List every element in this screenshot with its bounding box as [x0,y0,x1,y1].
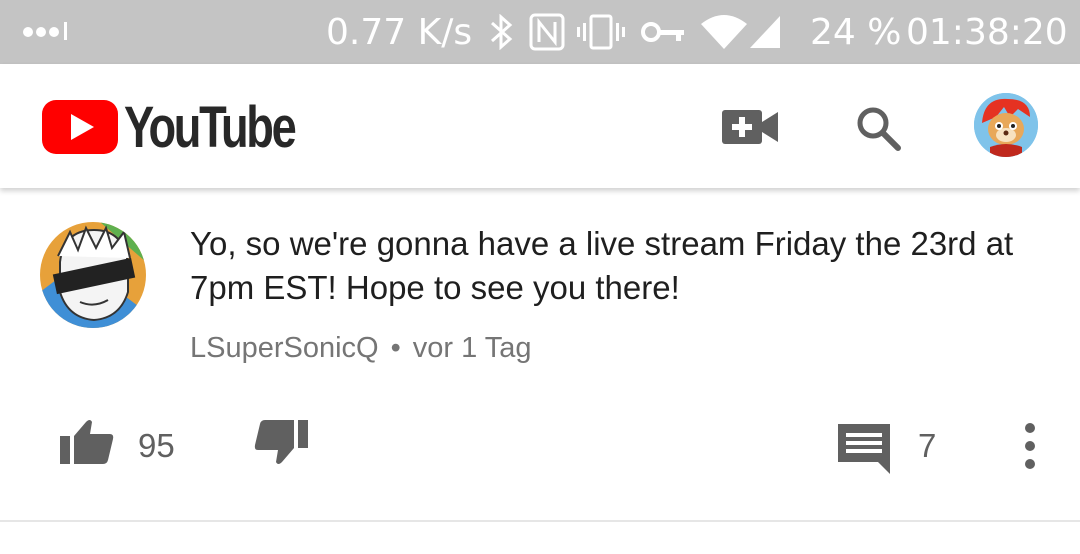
comment-icon[interactable] [836,422,894,474]
like-icon[interactable] [58,418,116,466]
nfc-icon [529,13,565,51]
battery-level: 24 % [810,12,902,53]
network-speed: 0.77 K/s [326,12,473,53]
signal-dots-icon [23,22,67,40]
more-options-icon[interactable] [1018,422,1042,472]
status-bar: 0.77 K/s 24 % 01:38:20 [0,0,1080,64]
vibrate-icon [577,14,625,50]
post-meta: LSuperSonicQ • vor 1 Tag [190,330,532,366]
app-bar: YouTube [0,64,1080,188]
clock: 01:38:20 [906,12,1068,53]
lssq-avatar-icon [40,222,146,328]
youtube-logo-icon[interactable] [42,100,118,154]
cell-signal-icon [750,16,780,48]
fox-avatar-icon [974,93,1038,157]
meta-separator: • [390,332,401,364]
wifi-icon [701,15,747,49]
brand-wordmark[interactable]: YouTube [124,96,297,160]
like-count: 95 [138,427,175,464]
post-time: vor 1 Tag [412,332,532,364]
bluetooth-icon [491,14,513,50]
divider [0,520,1080,522]
account-avatar[interactable] [974,93,1038,157]
author-name[interactable]: LSuperSonicQ [190,332,379,364]
comment-count: 7 [918,427,937,464]
upload-video-icon[interactable] [722,108,780,146]
search-icon[interactable] [854,104,902,152]
post-body: Yo, so we're gonna have a live stream Fr… [190,225,1014,306]
channel-avatar[interactable] [40,222,146,328]
vpn-key-icon [641,22,684,42]
dislike-icon[interactable] [252,418,310,466]
